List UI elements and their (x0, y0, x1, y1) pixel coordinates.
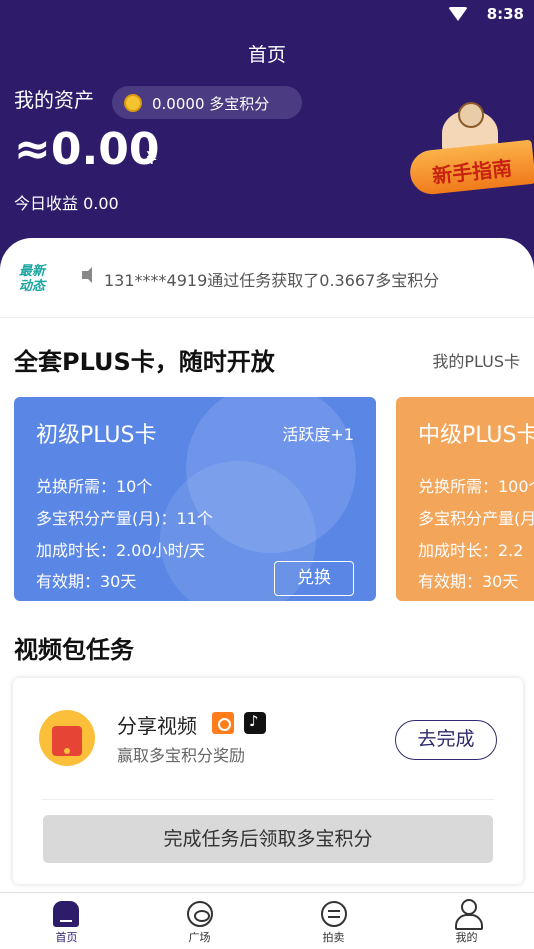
tab-label: 拍卖 (322, 931, 345, 944)
bottom-tab-bar: 首页 广场 拍卖 我的 (0, 892, 534, 949)
today-earnings: 今日收益 0.00 (14, 194, 119, 213)
auction-icon (321, 901, 347, 927)
red-envelope-icon (39, 710, 95, 766)
claim-reward-button[interactable]: 完成任务后领取多宝积分 (43, 815, 493, 863)
coin-balance-pill[interactable]: 0.0000 多宝积分 (112, 86, 302, 119)
page-title: 首页 (247, 44, 286, 66)
asset-label: 我的资产 (14, 88, 94, 112)
douyin-icon (244, 712, 266, 734)
user-icon (454, 899, 483, 930)
task-name: 分享视频 (117, 714, 197, 738)
tab-auction[interactable]: 拍卖 (267, 893, 400, 949)
card-name: 初级PLUS卡 (36, 423, 157, 448)
go-complete-button[interactable]: 去完成 (395, 720, 497, 760)
task-description: 赢取多宝积分奖励 (117, 746, 246, 765)
my-plus-card-link[interactable]: 我的PLUS卡 (432, 348, 520, 372)
asset-value: ≈0.00 (14, 124, 160, 175)
plus-card-basic[interactable]: 初级PLUS卡 活跃度+1 兑换所需：10个 多宝积分产量(月)：11个 加成时… (14, 397, 376, 601)
coin-icon (124, 94, 142, 112)
wifi-icon (448, 7, 468, 21)
tab-home[interactable]: 首页 (0, 893, 133, 949)
exchange-button[interactable]: 兑换 (274, 561, 354, 596)
card-line: 有效期：30天 (36, 572, 137, 591)
coin-balance: 0.0000 多宝积分 (152, 95, 270, 113)
plus-section-title: 全套PLUS卡，随时开放 (14, 348, 275, 376)
plus-card-intermediate[interactable]: 中级PLUS卡 兑换所需：100个 多宝积分产量(月) 加成时长：2.2 有效期… (396, 397, 534, 601)
card-line: 有效期：30天 (418, 572, 519, 591)
newbie-guide-banner[interactable]: 新手指南 (408, 102, 534, 197)
card-line: 多宝积分产量(月) (418, 509, 534, 528)
video-section-title: 视频包任务 (14, 636, 134, 664)
card-line: 加成时长：2.2 (418, 541, 524, 560)
status-bar: 8:38 (0, 0, 534, 28)
tab-label: 我的 (455, 931, 478, 944)
eye-icon (187, 901, 213, 927)
news-ticker[interactable]: 最新动态 131****4919通过任务获取了0.3667多宝积分 (0, 238, 534, 318)
card-line: 加成时长：2.00小时/天 (36, 541, 206, 560)
tab-mine[interactable]: 我的 (400, 893, 533, 949)
kuaishou-icon (212, 712, 234, 734)
card-line: 兑换所需：10个 (36, 477, 153, 496)
status-time: 8:38 (486, 5, 524, 23)
card-activity-badge: 活跃度+1 (282, 425, 354, 444)
card-line: 兑换所需：100个 (418, 477, 534, 496)
speaker-icon (82, 267, 92, 283)
ticker-message: 131****4919通过任务获取了0.3667多宝积分 (104, 271, 440, 290)
tab-label: 首页 (55, 931, 78, 944)
tab-square[interactable]: 广场 (133, 893, 266, 949)
asset-unit: ¥ (146, 148, 158, 169)
main-content: 最新动态 131****4919通过任务获取了0.3667多宝积分 全套PLUS… (0, 238, 534, 949)
news-badge: 最新动态 (18, 264, 45, 294)
divider (41, 799, 495, 800)
card-name: 中级PLUS卡 (418, 423, 534, 448)
task-card: 分享视频 赢取多宝积分奖励 去完成 完成任务后领取多宝积分 (13, 678, 523, 884)
home-icon (53, 901, 79, 927)
card-line: 多宝积分产量(月)：11个 (36, 509, 213, 528)
tab-label: 广场 (188, 931, 211, 944)
